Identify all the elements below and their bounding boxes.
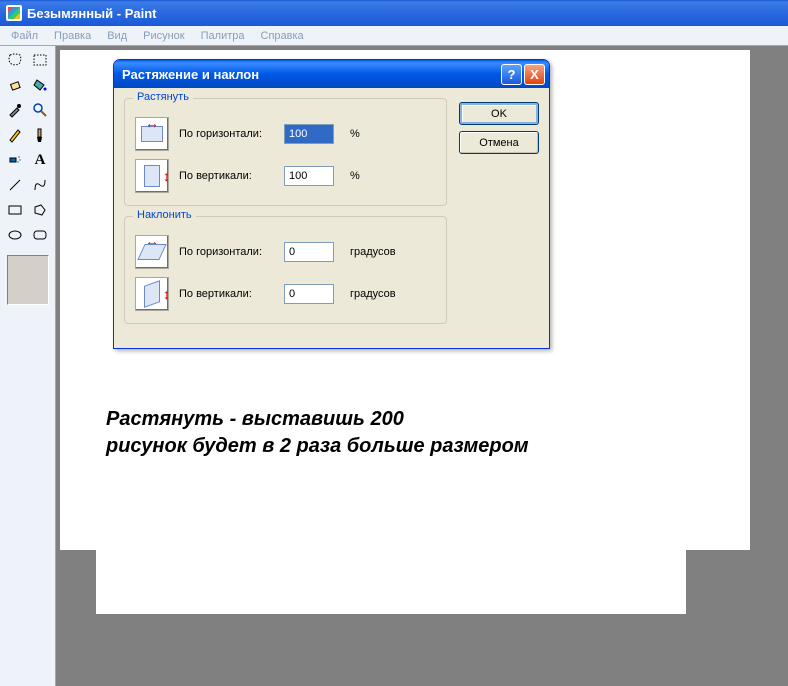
- tool-options-panel: [7, 255, 49, 305]
- dialog-buttons: OK Отмена: [459, 98, 539, 334]
- dialog-title: Растяжение и наклон: [122, 67, 499, 82]
- tool-polygon[interactable]: [28, 198, 52, 222]
- dialog-close-button[interactable]: X: [524, 64, 545, 85]
- tool-eraser[interactable]: [3, 73, 27, 97]
- help-icon: ?: [508, 67, 516, 82]
- skew-horizontal-icon: ↔: [135, 235, 169, 269]
- annotation-line: рисунок будет в 2 раза больше размером: [106, 433, 529, 460]
- ok-button[interactable]: OK: [459, 102, 539, 125]
- tool-pencil[interactable]: [3, 123, 27, 147]
- stretch-horizontal-icon: ↔: [135, 117, 169, 151]
- menu-view[interactable]: Вид: [100, 28, 134, 44]
- stretch-vertical-row: ↕ По вертикали: %: [135, 159, 436, 193]
- skew-horizontal-row: ↔ По горизонтали: градусов: [135, 235, 436, 269]
- close-icon: X: [530, 67, 539, 82]
- stretch-horizontal-input[interactable]: [284, 124, 334, 144]
- app-icon: [6, 5, 22, 21]
- tool-rectangle[interactable]: [3, 198, 27, 222]
- window-title: Безымянный - Paint: [27, 6, 156, 21]
- stretch-skew-dialog: Растяжение и наклон ? X Растянуть ↔ По г…: [113, 59, 550, 349]
- toolbox: A: [0, 46, 56, 686]
- menubar: Файл Правка Вид Рисунок Палитра Справка: [0, 26, 788, 46]
- stretch-unit: %: [350, 128, 360, 140]
- stretch-fieldset: Растянуть ↔ По горизонтали: % ↕ По вер: [124, 98, 447, 206]
- skew-vertical-row: ↕ По вертикали: градусов: [135, 277, 436, 311]
- tool-curve[interactable]: [28, 173, 52, 197]
- dialog-content: Растянуть ↔ По горизонтали: % ↕ По вер: [124, 98, 447, 334]
- cancel-button-label: Отмена: [479, 137, 518, 149]
- canvas-annotation: Растянуть - выставишь 200 рисунок будет …: [106, 406, 529, 460]
- ok-button-label: OK: [491, 108, 507, 120]
- skew-vertical-label: По вертикали:: [179, 288, 274, 300]
- cancel-button[interactable]: Отмена: [459, 131, 539, 154]
- tool-brush[interactable]: [28, 123, 52, 147]
- tool-rect-select[interactable]: [28, 48, 52, 72]
- stretch-horizontal-label: По горизонтали:: [179, 128, 274, 140]
- stretch-legend: Растянуть: [133, 91, 193, 103]
- stretch-unit: %: [350, 170, 360, 182]
- skew-horizontal-label: По горизонтали:: [179, 246, 274, 258]
- main-titlebar: Безымянный - Paint: [0, 0, 788, 26]
- menu-help[interactable]: Справка: [254, 28, 311, 44]
- tool-rounded-rect[interactable]: [28, 223, 52, 247]
- stretch-horizontal-row: ↔ По горизонтали: %: [135, 117, 436, 151]
- menu-palette[interactable]: Палитра: [194, 28, 252, 44]
- canvas[interactable]: [96, 546, 686, 614]
- menu-file[interactable]: Файл: [4, 28, 45, 44]
- menu-image[interactable]: Рисунок: [136, 28, 192, 44]
- skew-fieldset: Наклонить ↔ По горизонтали: градусов ↕: [124, 216, 447, 324]
- tool-freeform-select[interactable]: [3, 48, 27, 72]
- stretch-vertical-label: По вертикали:: [179, 170, 274, 182]
- dialog-help-button[interactable]: ?: [501, 64, 522, 85]
- skew-vertical-icon: ↕: [135, 277, 169, 311]
- tool-magnifier[interactable]: [28, 98, 52, 122]
- tool-grid: A: [2, 48, 53, 247]
- tool-text[interactable]: A: [28, 148, 52, 172]
- skew-unit: градусов: [350, 288, 396, 300]
- dialog-titlebar[interactable]: Растяжение и наклон ? X: [114, 60, 549, 88]
- annotation-line: Растянуть - выставишь 200: [106, 406, 529, 433]
- skew-vertical-input[interactable]: [284, 284, 334, 304]
- tool-line[interactable]: [3, 173, 27, 197]
- menu-edit[interactable]: Правка: [47, 28, 98, 44]
- skew-unit: градусов: [350, 246, 396, 258]
- tool-picker[interactable]: [3, 98, 27, 122]
- tool-ellipse[interactable]: [3, 223, 27, 247]
- stretch-vertical-icon: ↕: [135, 159, 169, 193]
- dialog-body: Растянуть ↔ По горизонтали: % ↕ По вер: [114, 88, 549, 348]
- skew-legend: Наклонить: [133, 209, 196, 221]
- tool-fill[interactable]: [28, 73, 52, 97]
- tool-airbrush[interactable]: [3, 148, 27, 172]
- stretch-vertical-input[interactable]: [284, 166, 334, 186]
- skew-horizontal-input[interactable]: [284, 242, 334, 262]
